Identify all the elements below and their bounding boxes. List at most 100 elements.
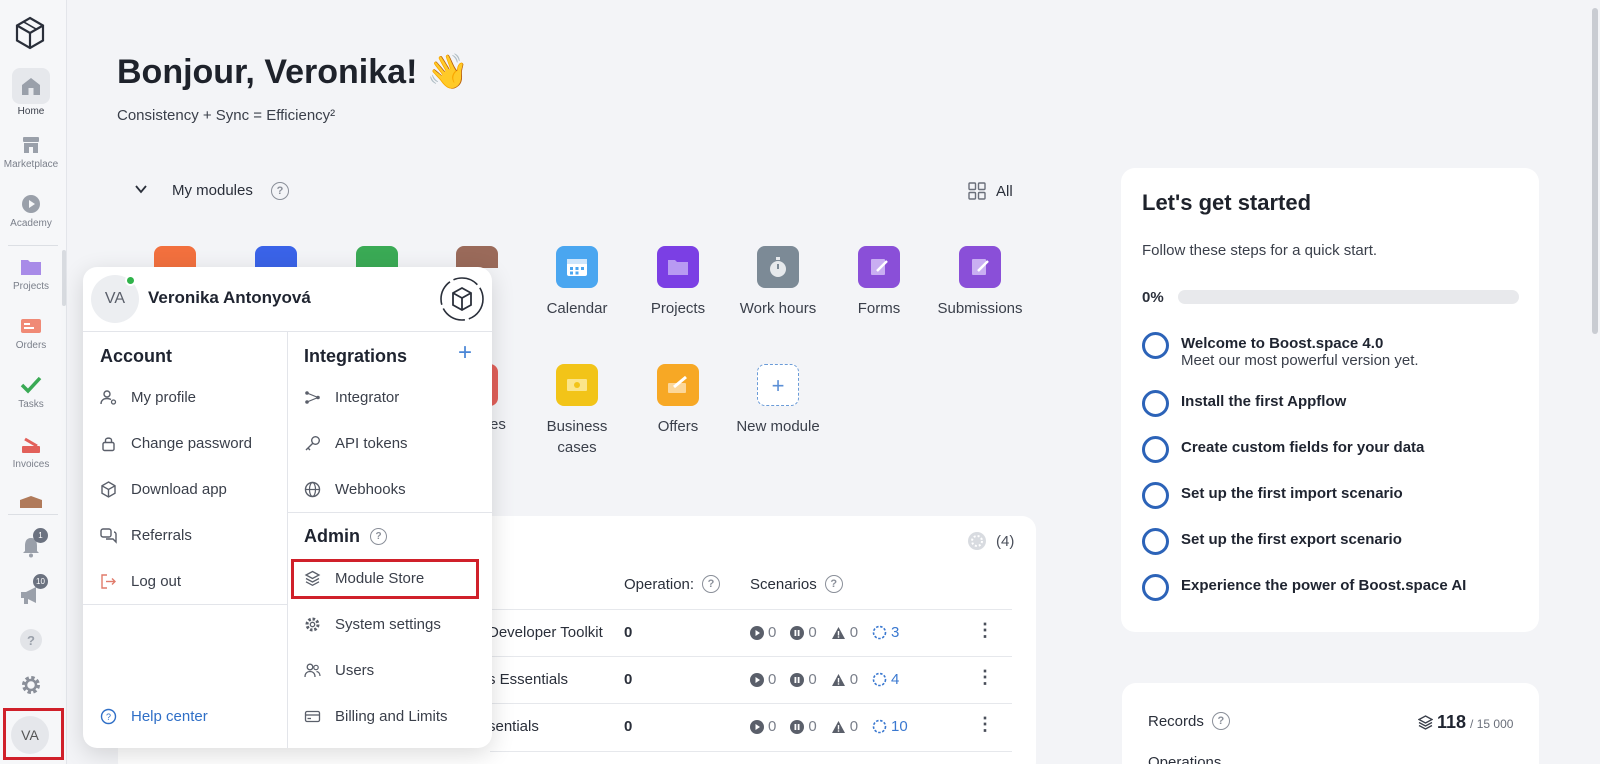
boost-logo-icon[interactable] xyxy=(14,16,46,50)
menu-item-label: Users xyxy=(335,662,375,679)
integrator-icon xyxy=(305,391,320,404)
grid-icon xyxy=(968,182,986,200)
step-item[interactable]: Set up the first import scenario xyxy=(1142,482,1403,509)
menu-item-download-app[interactable]: Download app xyxy=(100,481,227,498)
sidebar-divider xyxy=(8,245,58,246)
paused-count: 0 xyxy=(808,624,817,641)
module-offers[interactable]: Offers xyxy=(630,364,726,437)
folder-icon xyxy=(657,246,699,288)
running-count: 0 xyxy=(768,624,777,641)
module-label: Calendar xyxy=(546,300,608,317)
help-icon[interactable]: ? xyxy=(1211,712,1230,730)
step-item[interactable]: Create custom fields for your data xyxy=(1142,436,1424,463)
sidebar-item-label: Projects xyxy=(12,281,50,292)
money-icon xyxy=(556,364,598,406)
credit-card-icon xyxy=(304,710,321,723)
calendar-icon xyxy=(556,246,598,288)
progress-percent: 0% xyxy=(1142,289,1164,306)
play-icon xyxy=(22,195,40,213)
sidebar-item-marketplace[interactable]: Marketplace xyxy=(0,134,62,170)
menu-item-billing[interactable]: Billing and Limits xyxy=(304,708,448,725)
module-icon-covered[interactable] xyxy=(356,246,398,268)
help-icon[interactable]: ? xyxy=(20,629,42,651)
user-name: Veronika Antonyová xyxy=(148,288,311,307)
step-item[interactable]: Experience the power of Boost.space AI xyxy=(1142,574,1466,601)
sidebar-item-invoices[interactable]: Invoices xyxy=(0,434,62,470)
menu-item-help-center[interactable]: ? Help center xyxy=(100,708,208,725)
menu-item-system-settings[interactable]: System settings xyxy=(304,616,441,633)
step-item[interactable]: Set up the first export scenario xyxy=(1142,528,1402,555)
online-status-dot xyxy=(125,275,136,286)
sidebar-scrollbar[interactable] xyxy=(62,250,66,306)
paused-count: 0 xyxy=(808,718,817,735)
integrations-heading: Integrations xyxy=(304,346,408,366)
menu-item-label: Log out xyxy=(131,573,182,590)
notifications-badge: 1 xyxy=(33,528,48,543)
all-label: All xyxy=(996,182,1013,200)
menu-item-users[interactable]: Users xyxy=(304,662,374,679)
admin-heading: Admin? xyxy=(304,526,387,547)
scenarios-total-icon xyxy=(872,719,887,734)
module-forms[interactable]: Forms xyxy=(831,246,927,319)
menu-item-integrator[interactable]: Integrator xyxy=(304,389,399,406)
step-item[interactable]: Install the first Appflow xyxy=(1142,390,1346,417)
menu-item-change-password[interactable]: Change password xyxy=(100,435,252,452)
step-circle-icon xyxy=(1142,574,1169,601)
space-name: Developer Toolkit xyxy=(488,624,603,641)
step-item[interactable]: Welcome to Boost.space 4.0 Meet our most … xyxy=(1142,332,1419,369)
scenario-stats: 0 0 0 10 xyxy=(750,718,908,735)
help-icon[interactable]: ? xyxy=(824,575,843,593)
chevron-down-icon[interactable] xyxy=(134,182,148,196)
form-edit-icon xyxy=(858,246,900,288)
help-icon[interactable]: ? xyxy=(370,528,387,545)
warning-icon xyxy=(831,673,845,686)
col-scenarios-label: Scenarios xyxy=(750,575,817,593)
module-icon-covered[interactable] xyxy=(456,246,498,268)
module-label: New module xyxy=(736,418,820,435)
module-icon-covered[interactable] xyxy=(154,246,196,268)
row-menu-button[interactable]: ⋮ xyxy=(976,714,994,735)
menu-item-referrals[interactable]: Referrals xyxy=(100,527,192,544)
sidebar-item-projects[interactable]: Projects xyxy=(0,256,62,292)
help-icon[interactable]: ? xyxy=(702,575,721,593)
page-scrollbar[interactable] xyxy=(1592,8,1598,334)
sidebar-item-academy[interactable]: Academy xyxy=(0,193,62,229)
records-count: 118 xyxy=(1437,712,1467,732)
module-label: Work hours xyxy=(739,300,817,317)
menu-item-log-out[interactable]: Log out xyxy=(100,573,181,590)
sidebar-item-orders[interactable]: Orders xyxy=(0,315,62,351)
menu-item-webhooks[interactable]: Webhooks xyxy=(304,481,406,498)
sidebar-item-home[interactable]: Home xyxy=(0,68,62,117)
running-count: 0 xyxy=(768,671,777,688)
new-module-button[interactable]: + New module xyxy=(730,364,826,437)
sidebar: Home Marketplace Academy Projects Orders… xyxy=(0,0,67,764)
menu-item-api-tokens[interactable]: API tokens xyxy=(304,435,408,452)
getting-started-title: Let's get started xyxy=(1142,190,1312,215)
total-count: 4 xyxy=(891,671,900,688)
add-integration-icon[interactable]: + xyxy=(458,339,472,367)
operations-value: 0 xyxy=(624,718,633,735)
menu-item-my-profile[interactable]: My profile xyxy=(100,389,196,406)
row-menu-button[interactable]: ⋮ xyxy=(976,667,994,688)
module-submissions[interactable]: Submissions xyxy=(932,246,1028,319)
help-icon[interactable]: ? xyxy=(271,182,289,200)
sidebar-item-label: Tasks xyxy=(18,399,44,410)
box-icon[interactable] xyxy=(18,496,44,508)
all-modules-button[interactable]: All xyxy=(968,182,1013,200)
stopwatch-icon xyxy=(757,246,799,288)
module-icon-covered[interactable] xyxy=(255,246,297,268)
step-title: Experience the power of Boost.space AI xyxy=(1181,577,1467,594)
module-projects[interactable]: Projects xyxy=(630,246,726,319)
row-menu-button[interactable]: ⋮ xyxy=(976,620,994,641)
sidebar-item-tasks[interactable]: Tasks xyxy=(0,374,62,410)
step-circle-icon xyxy=(1142,528,1169,555)
users-icon xyxy=(304,663,321,678)
module-calendar[interactable]: Calendar xyxy=(529,246,625,319)
svg-text:?: ? xyxy=(106,712,111,722)
gear-icon[interactable] xyxy=(19,673,43,697)
step-title: Welcome to Boost.space 4.0 xyxy=(1181,335,1384,352)
sync-logo-icon[interactable] xyxy=(439,276,485,322)
module-work-hours[interactable]: Work hours xyxy=(730,246,826,319)
module-business-cases[interactable]: Business cases xyxy=(529,364,625,458)
sidebar-item-label: Home xyxy=(17,106,45,117)
